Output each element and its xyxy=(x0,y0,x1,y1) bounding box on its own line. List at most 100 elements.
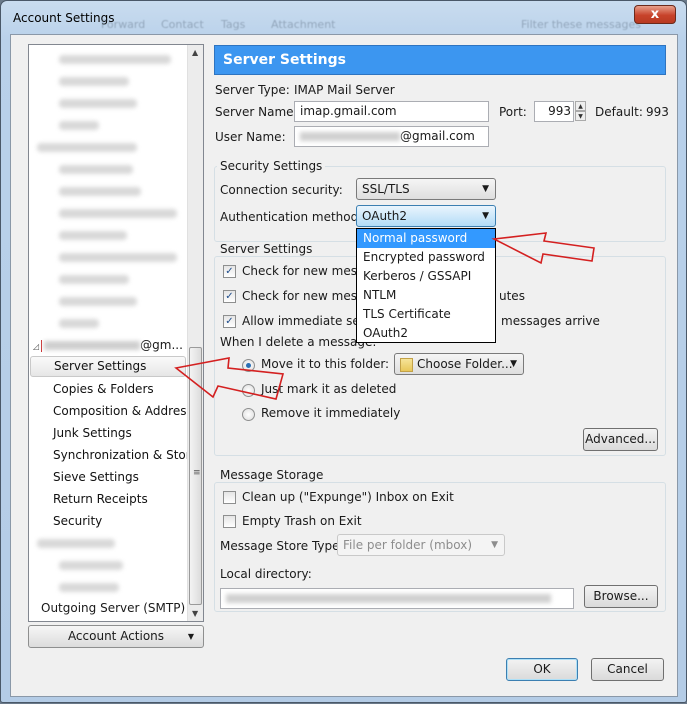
check-every-suffix: utes xyxy=(499,289,525,303)
remove-immediately-radio[interactable] xyxy=(242,408,255,421)
auth-method-dropdown-list[interactable]: Normal password Encrypted password Kerbe… xyxy=(356,228,496,343)
ghost-toolbar-tags: Tags xyxy=(221,18,246,31)
server-name-label: Server Name: xyxy=(215,105,298,119)
advanced-button[interactable]: Advanced... xyxy=(583,428,658,451)
redacted-tree-item xyxy=(59,77,129,86)
expunge-label: Clean up ("Expunge") Inbox on Exit xyxy=(242,490,454,504)
tree-scrollbar[interactable]: ▲ ≡ ▼ xyxy=(187,45,203,621)
collapse-triangle-icon[interactable]: ◿ xyxy=(33,342,39,351)
ghost-toolbar-contact: Contact xyxy=(161,18,204,31)
redacted-tree-item xyxy=(59,121,99,130)
move-to-folder-label: Move it to this folder: xyxy=(261,357,390,371)
ghost-toolbar-attachment: Attachment xyxy=(271,18,336,31)
port-value: 993 xyxy=(548,104,571,118)
sidebar-item-sieve-settings[interactable]: Sieve Settings xyxy=(53,470,139,484)
scroll-down-icon[interactable]: ▼ xyxy=(192,609,198,618)
tree-account-gmail[interactable]: ◿ @gm... xyxy=(33,338,183,352)
redacted-tree-item xyxy=(59,275,129,284)
connection-security-select[interactable]: SSL/TLS ▼ xyxy=(356,178,496,200)
ok-button[interactable]: OK xyxy=(506,658,578,681)
delete-message-label: When I delete a message: xyxy=(220,335,377,349)
auth-option-ntlm[interactable]: NTLM xyxy=(357,286,495,305)
grip-icon: ≡ xyxy=(193,468,201,478)
auth-method-label: Authentication method: xyxy=(220,210,363,224)
connection-security-label: Connection security: xyxy=(220,183,343,197)
allow-push-label: Allow immediate serv xyxy=(242,314,372,328)
close-icon: x xyxy=(650,7,660,22)
ghost-filter-box: Filter these messages xyxy=(521,18,641,31)
default-port-label: Default: xyxy=(595,105,643,119)
expunge-checkbox[interactable] xyxy=(223,491,236,504)
check-every-checkbox[interactable]: ✓ xyxy=(223,290,236,303)
port-label: Port: xyxy=(499,105,527,119)
user-name-input[interactable]: @gmail.com xyxy=(294,126,489,147)
empty-trash-label: Empty Trash on Exit xyxy=(242,514,362,528)
server-name-input[interactable]: imap.gmail.com xyxy=(294,101,489,122)
redacted-tree-item xyxy=(59,319,99,328)
account-actions-button[interactable]: Account Actions ▼ xyxy=(28,625,204,648)
redacted-account xyxy=(37,143,137,152)
local-directory-input[interactable] xyxy=(220,588,574,609)
auth-option-tls-certificate[interactable]: TLS Certificate xyxy=(357,305,495,324)
empty-trash-checkbox[interactable] xyxy=(223,515,236,528)
redacted-path xyxy=(226,594,551,603)
sidebar-item-label: Sieve Settings xyxy=(53,470,139,484)
auth-option-oauth2[interactable]: OAuth2 xyxy=(357,324,495,343)
dialog-client-area: ◿ @gm... Server Settings Copies & Folders… xyxy=(10,34,678,697)
check-startup-checkbox[interactable]: ✓ xyxy=(223,265,236,278)
close-button[interactable]: x xyxy=(634,5,676,24)
redacted-tree-item xyxy=(59,99,137,108)
mark-deleted-label: Just mark it as deleted xyxy=(261,382,397,396)
server-settings-title: Server Settings xyxy=(217,242,316,256)
sidebar-item-server-settings[interactable]: Server Settings xyxy=(30,356,186,377)
redacted-tree-item xyxy=(59,187,141,196)
sidebar-item-label: Outgoing Server (SMTP) xyxy=(41,601,186,615)
redacted-tree-item xyxy=(59,253,177,262)
chevron-down-icon: ▼ xyxy=(482,184,489,194)
auth-option-normal-password[interactable]: Normal password xyxy=(357,229,495,248)
port-input[interactable]: 993 ▲ ▼ xyxy=(534,101,586,122)
auth-method-value: OAuth2 xyxy=(362,209,407,223)
server-type-value: IMAP Mail Server xyxy=(294,83,395,97)
port-spinner[interactable]: ▲ ▼ xyxy=(575,101,586,122)
auth-option-encrypted-password[interactable]: Encrypted password xyxy=(357,248,495,267)
redacted-tree-item xyxy=(59,55,171,64)
server-type-label: Server Type: xyxy=(215,83,290,97)
choose-folder-select[interactable]: Choose Folder... ▼ xyxy=(394,353,524,375)
redacted-tree-item xyxy=(59,561,123,570)
sidebar-item-junk-settings[interactable]: Junk Settings xyxy=(53,426,132,440)
spin-up-icon[interactable]: ▲ xyxy=(575,101,586,111)
cancel-button[interactable]: Cancel xyxy=(591,658,664,681)
redacted-account xyxy=(37,539,115,548)
sidebar-item-label: Copies & Folders xyxy=(53,382,154,396)
chevron-down-icon: ▼ xyxy=(510,359,517,369)
scrollbar-thumb[interactable]: ≡ xyxy=(189,347,202,605)
folder-icon xyxy=(400,357,413,372)
sidebar-item-label: Server Settings xyxy=(54,359,147,373)
user-name-label: User Name: xyxy=(215,130,286,144)
page-title: Server Settings xyxy=(214,45,666,75)
spin-down-icon[interactable]: ▼ xyxy=(575,111,586,121)
auth-option-kerberos[interactable]: Kerberos / GSSAPI xyxy=(357,267,495,286)
account-tree[interactable]: ◿ @gm... Server Settings Copies & Folders… xyxy=(28,44,204,622)
sidebar-item-return-receipts[interactable]: Return Receipts xyxy=(53,492,148,506)
store-type-select[interactable]: File per folder (mbox) ▼ xyxy=(337,534,505,556)
scroll-up-icon[interactable]: ▲ xyxy=(192,48,198,57)
sidebar-item-synchronization[interactable]: Synchronization & Stor... xyxy=(53,448,201,462)
sidebar-item-copies-folders[interactable]: Copies & Folders xyxy=(53,382,154,396)
auth-method-select[interactable]: OAuth2 ▼ xyxy=(356,205,496,227)
sidebar-item-outgoing-smtp[interactable]: Outgoing Server (SMTP) xyxy=(41,601,185,615)
ghost-toolbar-forward: Forward xyxy=(101,18,146,31)
store-type-value: File per folder (mbox) xyxy=(343,538,473,552)
sidebar-item-label: Synchronization & Stor... xyxy=(53,448,202,462)
sidebar-item-composition[interactable]: Composition & Addres... xyxy=(53,404,198,418)
mark-deleted-radio[interactable] xyxy=(242,384,255,397)
redacted-account-name xyxy=(44,341,141,350)
browse-button[interactable]: Browse... xyxy=(584,585,658,608)
chevron-down-icon: ▼ xyxy=(482,211,489,221)
move-to-folder-radio[interactable] xyxy=(242,359,255,372)
chevron-down-icon: ▼ xyxy=(491,540,498,550)
remove-immediately-label: Remove it immediately xyxy=(261,406,401,420)
sidebar-item-security[interactable]: Security xyxy=(53,514,102,528)
allow-push-checkbox[interactable]: ✓ xyxy=(223,315,236,328)
